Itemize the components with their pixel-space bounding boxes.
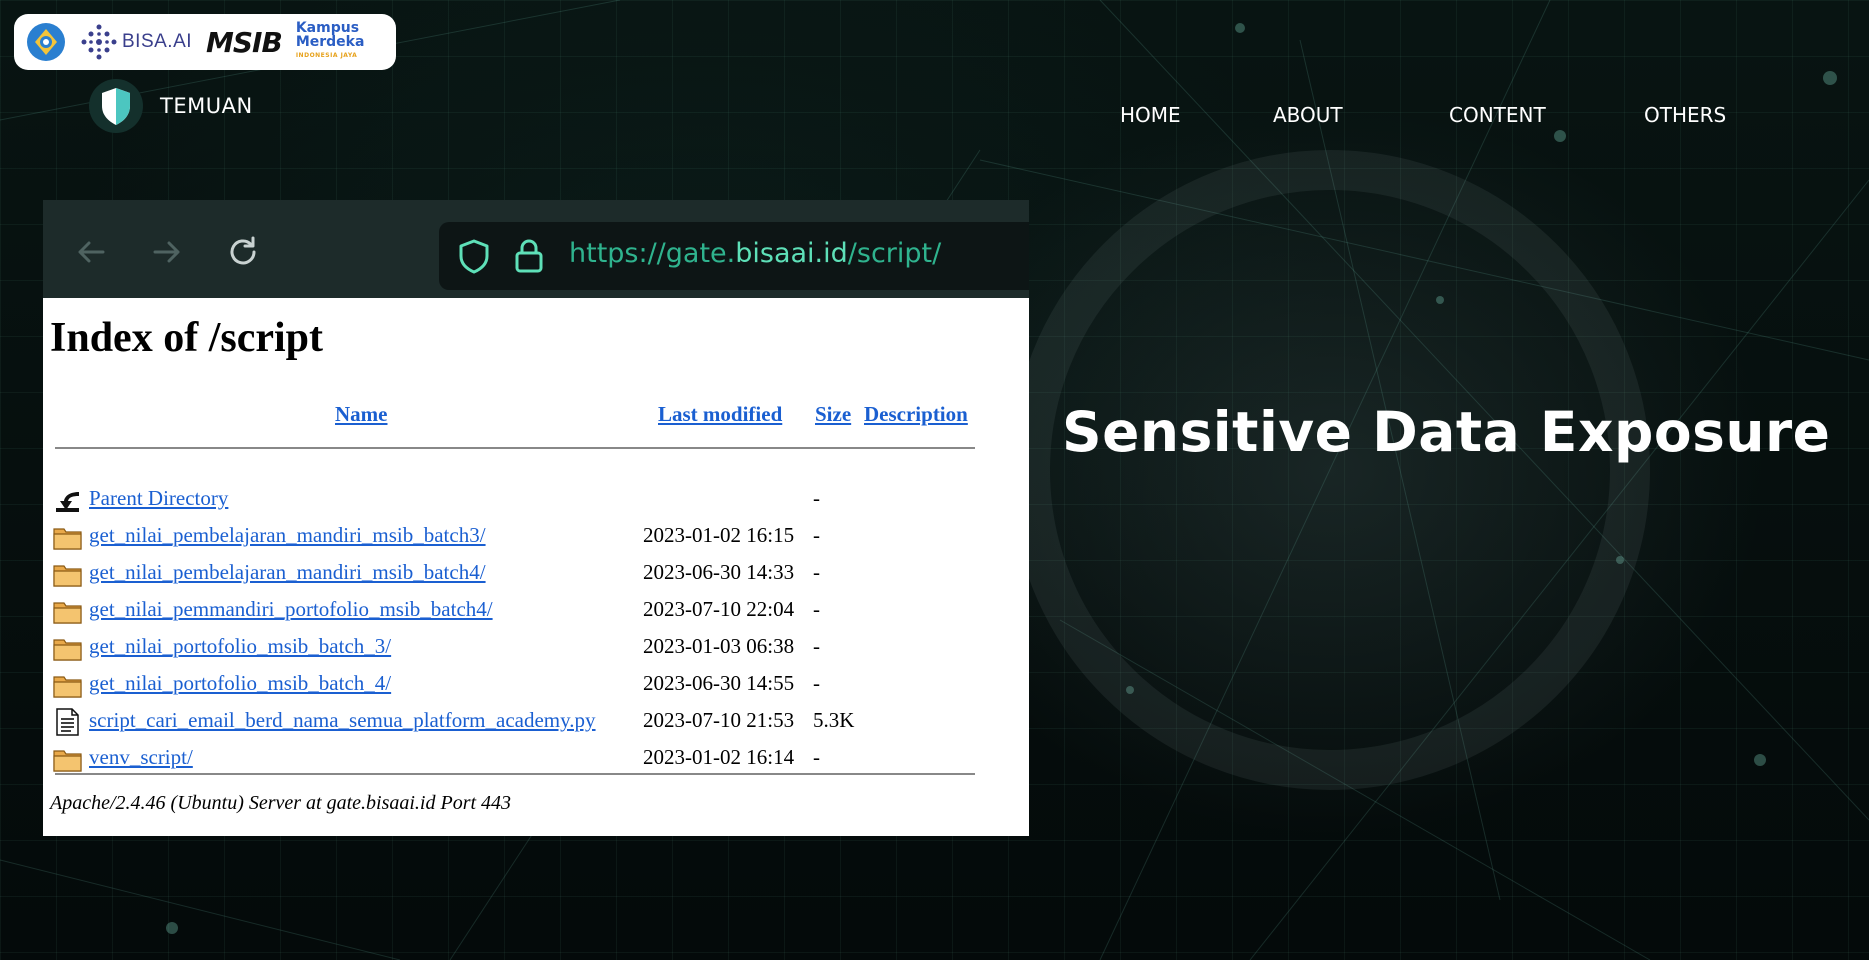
url-host: bisaai.id — [735, 238, 848, 269]
index-page: Index of /script Name Last modified Size… — [43, 298, 1029, 836]
index-title: Index of /script — [50, 315, 323, 361]
file-link[interactable]: get_nilai_pembelajaran_mandiri_msib_batc… — [89, 523, 486, 548]
column-name-header[interactable]: Name — [335, 402, 387, 427]
url-path: /script/ — [847, 238, 942, 269]
table-row: venv_script/2023-01-02 16:14- — [53, 741, 1013, 777]
table-row: get_nilai_pemmandiri_portofolio_msib_bat… — [53, 593, 1013, 629]
last-modified: 2023-01-02 16:15 — [643, 523, 795, 547]
file-size: - — [813, 486, 820, 510]
file-link[interactable]: Parent Directory — [89, 486, 228, 511]
bisa-ai-wordmark: BISA.AI — [122, 31, 193, 52]
last-modified: 2023-07-10 21:53 — [643, 708, 795, 732]
file-link[interactable]: get_nilai_portofolio_msib_batch_4/ — [89, 671, 391, 696]
reload-icon[interactable] — [223, 232, 263, 272]
table-row: get_nilai_pembelajaran_mandiri_msib_batc… — [53, 556, 1013, 592]
address-bar[interactable]: https://gate.bisaai.id/script/ — [439, 222, 1029, 290]
folder-icon — [53, 634, 82, 662]
arrow-right-icon[interactable] — [147, 232, 187, 272]
nav-about[interactable]: ABOUT — [1273, 103, 1343, 127]
file-size: - — [813, 671, 820, 695]
file-link[interactable]: script_cari_email_berd_nama_semua_platfo… — [89, 708, 596, 733]
folder-icon — [53, 560, 82, 588]
column-size-header[interactable]: Size — [815, 402, 851, 427]
url-prefix: https://gate. — [569, 238, 736, 269]
last-modified: 2023-06-30 14:33 — [643, 560, 795, 584]
table-row: get_nilai_portofolio_msib_batch_4/2023-0… — [53, 667, 1013, 703]
bisa-ai-logo: BISA.AI — [80, 23, 192, 61]
table-row: get_nilai_pembelajaran_mandiri_msib_batc… — [53, 519, 1013, 555]
last-modified: 2023-06-30 14:55 — [643, 671, 795, 695]
header-divider — [55, 447, 975, 449]
brand-name: TEMUAN — [160, 94, 253, 118]
file-size: - — [813, 634, 820, 658]
nav-content[interactable]: CONTENT — [1449, 103, 1546, 127]
shield-icon — [89, 79, 143, 133]
file-link[interactable]: get_nilai_pembelajaran_mandiri_msib_batc… — [89, 560, 486, 585]
browser-toolbar: https://gate.bisaai.id/script/ — [43, 200, 1029, 298]
lock-icon[interactable] — [513, 237, 545, 275]
column-description-header[interactable]: Description — [864, 402, 968, 427]
file-size: - — [813, 745, 820, 769]
column-last-modified-header[interactable]: Last modified — [658, 402, 782, 427]
last-modified: 2023-01-02 16:14 — [643, 745, 795, 769]
table-row: script_cari_email_berd_nama_semua_platfo… — [53, 704, 1013, 740]
msib-logo: MSIB — [206, 25, 283, 59]
folder-icon — [53, 671, 82, 699]
kampus-merdeka-line-1: Kampus — [295, 20, 360, 36]
folder-icon — [53, 523, 82, 551]
url-text: https://gate.bisaai.id/script/ — [569, 238, 941, 269]
text-file-icon — [53, 708, 82, 736]
arrow-left-icon[interactable] — [71, 232, 111, 272]
folder-icon — [53, 597, 82, 625]
directory-listing-screenshot: https://gate.bisaai.id/script/ Index of … — [43, 200, 1029, 836]
last-modified: 2023-01-03 06:38 — [643, 634, 795, 658]
section-headline: Sensitive Data Exposure — [1062, 400, 1831, 464]
table-row: Parent Directory - — [53, 482, 1013, 518]
file-size: 5.3K — [813, 708, 855, 732]
file-link[interactable]: get_nilai_pemmandiri_portofolio_msib_bat… — [89, 597, 493, 622]
bisa-ai-dots-icon — [81, 24, 117, 60]
tut-wuri-handayani-logo — [27, 23, 65, 61]
file-link[interactable]: get_nilai_portofolio_msib_batch_3/ — [89, 634, 391, 659]
back-arrow-icon — [53, 486, 82, 514]
kampus-merdeka-tagline: INDONESIA JAYA — [295, 52, 358, 59]
nav-home[interactable]: HOME — [1120, 103, 1181, 127]
file-size: - — [813, 560, 820, 584]
server-signature: Apache/2.4.46 (Ubuntu) Server at gate.bi… — [50, 792, 512, 814]
brand[interactable]: TEMUAN — [88, 78, 253, 134]
shield-icon[interactable] — [457, 238, 491, 274]
file-size: - — [813, 597, 820, 621]
nav-others[interactable]: OTHERS — [1644, 103, 1726, 127]
last-modified: 2023-07-10 22:04 — [643, 597, 795, 621]
kampus-merdeka-logo: Kampus Merdeka INDONESIA JAYA — [296, 21, 365, 63]
footer-divider — [55, 773, 975, 775]
folder-icon — [53, 745, 82, 773]
file-link[interactable]: venv_script/ — [89, 745, 193, 770]
file-size: - — [813, 523, 820, 547]
kampus-merdeka-line-2: Merdeka — [295, 34, 365, 50]
partner-logo-bar: BISA.AI MSIB Kampus Merdeka INDONESIA JA… — [14, 14, 396, 70]
table-row: get_nilai_portofolio_msib_batch_3/2023-0… — [53, 630, 1013, 666]
